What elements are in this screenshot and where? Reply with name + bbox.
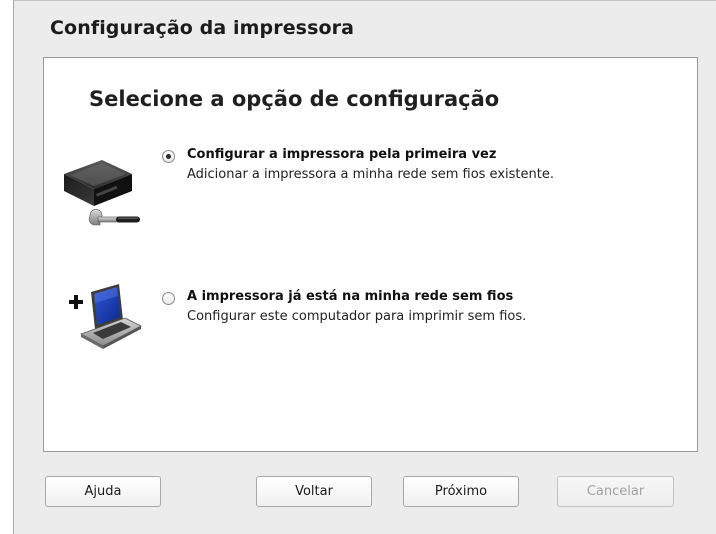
add-laptop-icon xyxy=(67,284,147,358)
option-first-time-radio[interactable] xyxy=(162,150,175,163)
option-first-time-description: Adicionar a impressora a minha rede sem … xyxy=(187,167,554,182)
printer-wrench-icon xyxy=(62,154,144,236)
cancel-button[interactable]: Cancelar xyxy=(557,476,674,507)
setup-options-panel: Selecione a opção de configuração Config… xyxy=(43,57,698,452)
help-button[interactable]: Ajuda xyxy=(45,476,161,507)
option-on-network-title[interactable]: A impressora já está na minha rede sem f… xyxy=(187,289,513,304)
option-first-time-title[interactable]: Configurar a impressora pela primeira ve… xyxy=(187,147,496,162)
window-title: Configuração da impressora xyxy=(50,17,355,39)
option-on-network-radio[interactable] xyxy=(162,292,175,305)
option-on-network-description: Configurar este computador para imprimir… xyxy=(187,309,527,324)
panel-heading: Selecione a opção de configuração xyxy=(89,87,500,111)
back-button[interactable]: Voltar xyxy=(256,476,372,507)
next-button[interactable]: Próximo xyxy=(403,476,519,507)
